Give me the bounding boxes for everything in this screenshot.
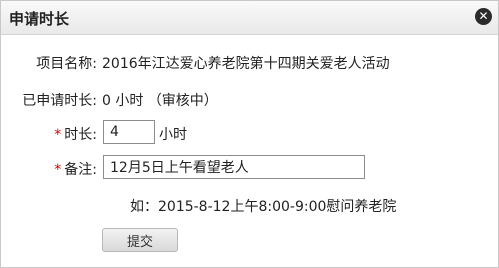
remark-label: * 备注:: [1, 159, 97, 179]
dialog-title: 申请时长: [9, 10, 70, 28]
applied-label: 已申请时长:: [22, 93, 97, 109]
duration-unit: 小时: [159, 127, 187, 143]
remark-label-text: 备注:: [64, 162, 97, 178]
apply-duration-dialog: 申请时长 ✕ 项目名称: 2016年江达爱心养老院第十四期关爱老人活动 已申请时…: [0, 0, 499, 268]
duration-input[interactable]: [103, 120, 155, 144]
close-icon[interactable]: ✕: [475, 8, 492, 25]
duration-label: * 时长:: [1, 124, 97, 144]
remark-input[interactable]: [103, 155, 365, 179]
dialog-titlebar: 申请时长 ✕: [1, 1, 498, 35]
applied-value: 0 小时 （审核中）: [102, 93, 218, 109]
project-label: 项目名称:: [36, 56, 97, 72]
duration-row: *时长: 小时: [1, 120, 498, 150]
project-value: 2016年江达爱心养老院第十四期关爱老人活动: [102, 56, 390, 72]
required-mark: *: [54, 162, 62, 178]
required-mark: *: [54, 127, 62, 143]
submit-button[interactable]: 提交: [102, 228, 178, 252]
remark-hint: 如：2015-8-12上午8:00-9:00慰问养老院: [130, 199, 397, 215]
remark-row: * 备注:: [1, 155, 498, 185]
duration-label-text: 时长:: [64, 127, 97, 143]
